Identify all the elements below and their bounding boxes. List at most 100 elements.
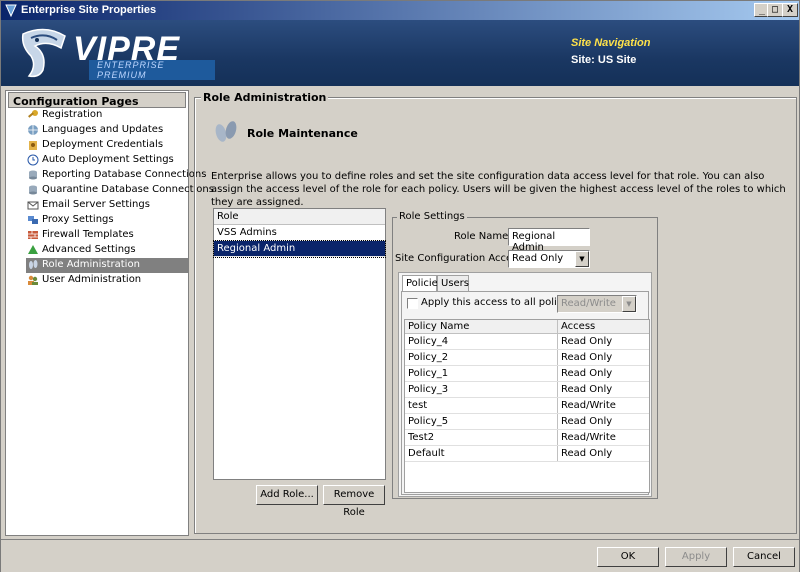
tab-policies[interactable]: Policies xyxy=(402,275,443,291)
policy-name-cell: Policy_5 xyxy=(408,416,449,427)
cell-divider xyxy=(557,446,558,461)
sidebar-item-advanced-settings[interactable]: Advanced Settings xyxy=(26,243,188,258)
cell-divider xyxy=(557,382,558,397)
edition-label: ENTERPRISE PREMIUM xyxy=(89,60,215,80)
database-icon xyxy=(29,185,37,195)
policy-name-cell: Test2 xyxy=(408,432,435,443)
sidebar-item-label: User Administration xyxy=(42,274,142,285)
access-cell[interactable]: Read Only xyxy=(561,416,612,427)
role-name-field[interactable]: Regional Admin xyxy=(508,228,590,253)
access-cell[interactable]: Read Only xyxy=(561,368,612,379)
table-row[interactable]: Policy_1 Read Only xyxy=(405,366,649,382)
sidebar-item-auto-deployment-settings[interactable]: Auto Deployment Settings xyxy=(26,153,188,168)
properties-window: Enterprise Site Properties _ □ X VIPRE E… xyxy=(0,0,800,572)
column-divider[interactable] xyxy=(557,320,558,333)
sidebar-item-firewall-templates[interactable]: Firewall Templates xyxy=(26,228,188,243)
cancel-button[interactable]: Cancel xyxy=(733,547,795,567)
proxy-icon xyxy=(28,216,38,224)
sidebar-item-label: Advanced Settings xyxy=(42,244,136,255)
access-cell[interactable]: Read Only xyxy=(561,336,612,347)
policy-name-cell: Policy_4 xyxy=(408,336,449,347)
sidebar-item-label: Reporting Database Connections xyxy=(42,169,207,180)
table-row[interactable]: Test2 Read/Write xyxy=(405,430,649,446)
table-row[interactable]: Policy_4 Read Only xyxy=(405,334,649,350)
access-cell[interactable]: Read Only xyxy=(561,352,612,363)
database-icon xyxy=(29,170,37,180)
cell-divider xyxy=(557,334,558,349)
apply-all-access-select[interactable]: Read/Write ▼ xyxy=(557,295,637,313)
role-item-vss-admins[interactable]: VSS Admins xyxy=(214,225,385,241)
sidebar-item-user-administration[interactable]: User Administration xyxy=(26,273,188,288)
table-row[interactable]: Default Read Only xyxy=(405,446,649,462)
role-item-regional-admin[interactable]: Regional Admin xyxy=(213,240,386,258)
sidebar-item-label: Auto Deployment Settings xyxy=(42,154,174,165)
sidebar-item-label: Firewall Templates xyxy=(42,229,134,240)
vipre-logo: VIPRE ENTERPRISE PREMIUM xyxy=(15,24,215,82)
sidebar-item-deployment-credentials[interactable]: Deployment Credentials xyxy=(26,138,188,153)
remove-role-button[interactable]: Remove Role xyxy=(323,485,385,518)
sidebar-item-label: Quarantine Database Connections xyxy=(42,184,214,195)
sidebar-item-quarantine-database-connections[interactable]: Quarantine Database Connections xyxy=(26,183,214,198)
sidebar-item-reporting-database-connections[interactable]: Reporting Database Connections xyxy=(26,168,206,183)
header-banner: VIPRE ENTERPRISE PREMIUM Site Navigation… xyxy=(1,20,799,86)
sidebar-item-registration[interactable]: Registration xyxy=(26,108,188,123)
maximize-button[interactable]: □ xyxy=(767,3,783,17)
site-config-access-value: Read Only xyxy=(512,253,564,264)
policies-users-tabs: Policies Users Apply this access to all … xyxy=(398,272,652,497)
apply-all-label: Apply this access to all policies: xyxy=(421,297,580,308)
section-title: Role Maintenance xyxy=(247,127,358,140)
sidebar-item-label: Proxy Settings xyxy=(42,214,114,225)
chevron-down-icon[interactable]: ▼ xyxy=(622,296,636,312)
firewall-icon xyxy=(28,231,38,239)
site-config-access-select[interactable]: Read Only ▼ xyxy=(508,250,590,268)
apply-all-access-value: Read/Write xyxy=(561,298,616,309)
tab-users[interactable]: Users xyxy=(437,275,469,291)
cell-divider xyxy=(557,398,558,413)
close-button[interactable]: X xyxy=(782,3,798,17)
table-row[interactable]: Policy_5 Read Only xyxy=(405,414,649,430)
roles-header: Role xyxy=(214,209,385,225)
add-role-button[interactable]: Add Role... xyxy=(256,485,318,505)
access-cell[interactable]: Read Only xyxy=(561,448,612,459)
sidebar-item-role-administration[interactable]: Role Administration xyxy=(26,258,188,273)
footprints-icon xyxy=(215,121,237,142)
apply-button[interactable]: Apply xyxy=(665,547,727,567)
policy-name-cell: Policy_2 xyxy=(408,352,449,363)
sidebar-item-label: Deployment Credentials xyxy=(42,139,164,150)
cell-divider xyxy=(557,414,558,429)
users-icon xyxy=(28,275,38,285)
access-cell[interactable]: Read/Write xyxy=(561,432,616,443)
sidebar-item-email-server-settings[interactable]: Email Server Settings xyxy=(26,198,188,213)
cell-divider xyxy=(557,350,558,365)
description-text: Enterprise allows you to define roles an… xyxy=(211,171,786,208)
chevron-down-icon[interactable]: ▼ xyxy=(575,251,589,267)
window-title: Enterprise Site Properties xyxy=(21,4,157,16)
roles-list[interactable]: Role VSS Admins Regional Admin xyxy=(213,208,386,480)
table-row[interactable]: Policy_2 Read Only xyxy=(405,350,649,366)
role-settings-title: Role Settings xyxy=(397,211,467,222)
cell-divider xyxy=(557,430,558,445)
column-access[interactable]: Access xyxy=(561,321,595,332)
main-content: Role Administration Role Maintenance Ent… xyxy=(192,90,799,536)
sidebar-item-languages-and-updates[interactable]: Languages and Updates xyxy=(26,123,188,138)
table-row[interactable]: Policy_3 Read Only xyxy=(405,382,649,398)
key-icon xyxy=(28,110,38,118)
ok-button[interactable]: OK xyxy=(597,547,659,567)
title-bar[interactable]: Enterprise Site Properties _ □ X xyxy=(1,1,799,20)
column-policy-name[interactable]: Policy Name xyxy=(408,321,469,332)
role-settings-group: Role Settings Role Name: Regional Admin … xyxy=(392,211,658,499)
access-cell[interactable]: Read/Write xyxy=(561,400,616,411)
sidebar-item-label: Languages and Updates xyxy=(42,124,164,135)
credentials-icon xyxy=(29,141,37,150)
policy-name-cell: test xyxy=(408,400,428,411)
policies-table-header: Policy Name Access xyxy=(405,320,649,334)
policies-tab-content: Apply this access to all policies: Read/… xyxy=(401,291,650,495)
policy-name-cell: Policy_3 xyxy=(408,384,449,395)
sidebar-item-proxy-settings[interactable]: Proxy Settings xyxy=(26,213,188,228)
access-cell[interactable]: Read Only xyxy=(561,384,612,395)
sidebar-item-label: Email Server Settings xyxy=(42,199,150,210)
sidebar-item-label: Role Administration xyxy=(42,259,140,270)
table-row[interactable]: test Read/Write xyxy=(405,398,649,414)
apply-all-checkbox[interactable] xyxy=(407,298,418,309)
role-name-label: Role Name: xyxy=(454,231,512,242)
